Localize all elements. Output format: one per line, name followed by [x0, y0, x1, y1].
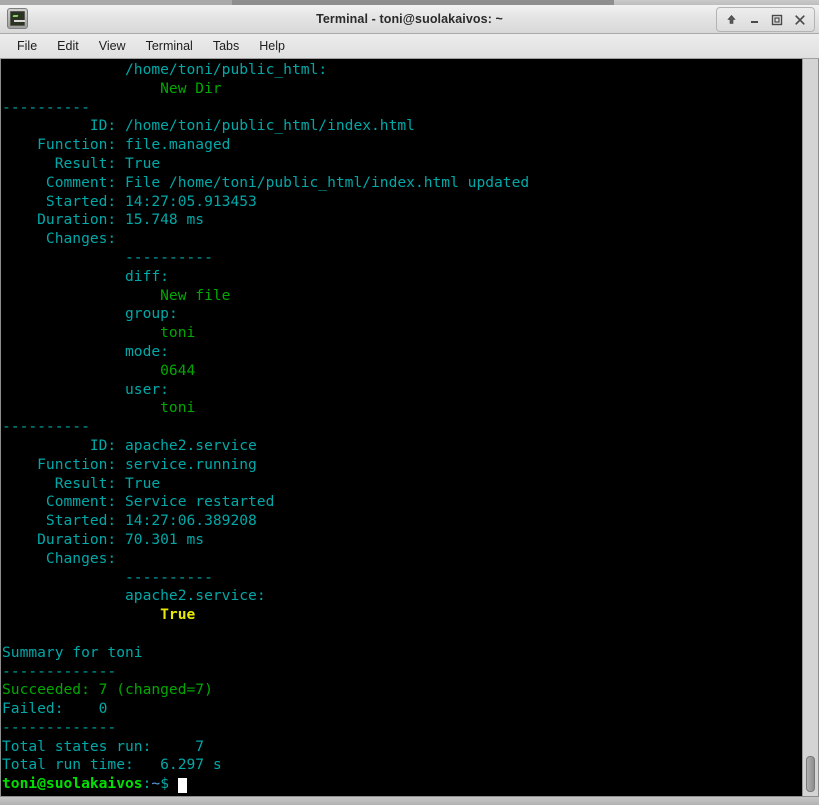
terminal-line: Started: 14:27:05.913453 [2, 192, 257, 210]
prompt-sigil: $ [160, 775, 169, 793]
title-bar[interactable]: Terminal - toni@suolakaivos: ~ [0, 5, 819, 34]
terminal-line: Function: service.running [2, 455, 257, 473]
terminal-scrollbar[interactable] [802, 59, 818, 796]
terminal-line: Function: file.managed [2, 136, 231, 154]
terminal-line: toni [2, 324, 196, 342]
terminal-line: ---------- [2, 418, 90, 436]
terminal-line: Started: 14:27:06.389208 [2, 512, 257, 530]
terminal-line: diff: [2, 267, 169, 285]
terminal-window: Terminal - toni@suolakaivos: ~ File Edit… [0, 0, 819, 805]
terminal-line: ------------- [2, 662, 117, 680]
terminal-line: toni [2, 399, 196, 417]
terminal-line: ---------- [2, 248, 213, 266]
window-buttons [716, 7, 815, 32]
terminal-line: ---------- [2, 568, 213, 586]
terminal-line: /home/toni/public_html: [2, 61, 328, 78]
shell-prompt[interactable]: toni@suolakaivos:~$ [2, 775, 529, 794]
close-button[interactable] [789, 10, 811, 29]
terminal-line: Summary for toni [2, 643, 143, 661]
terminal-line: Succeeded: 7 (changed=7) [2, 681, 213, 699]
prompt-path: ~ [151, 775, 161, 793]
terminal-line: Comment: Service restarted [2, 493, 275, 511]
terminal-icon [7, 8, 28, 29]
menu-item-view[interactable]: View [90, 36, 135, 56]
menu-item-terminal[interactable]: Terminal [137, 36, 202, 56]
terminal-line: ------------- [2, 718, 117, 736]
prompt-user-host: toni@suolakaivos [2, 775, 143, 793]
terminal-line: 0644 [2, 361, 196, 379]
terminal-line: group: [2, 305, 178, 323]
terminal-line: Comment: File /home/toni/public_html/ind… [2, 173, 530, 191]
maximize-button[interactable] [766, 10, 788, 29]
terminal-line: Duration: 70.301 ms [2, 530, 205, 548]
scrollbar-thumb[interactable] [806, 756, 815, 792]
terminal-line: Result: True [2, 474, 161, 492]
terminal-line: Changes: [2, 230, 117, 248]
terminal-line: ID: /home/toni/public_html/index.html [2, 117, 415, 135]
terminal-output: /home/toni/public_html: New Dir ---------… [2, 61, 529, 794]
menu-item-help[interactable]: Help [250, 36, 294, 56]
menu-item-edit[interactable]: Edit [48, 36, 88, 56]
terminal-line: Changes: [2, 549, 117, 567]
terminal-line: Total run time: 6.297 s [2, 756, 222, 774]
terminal-line: ID: apache2.service [2, 436, 257, 454]
menu-bar: File Edit View Terminal Tabs Help [0, 34, 819, 59]
terminal-body: /home/toni/public_html: New Dir ---------… [0, 59, 819, 797]
terminal-line: apache2.service: [2, 587, 266, 605]
terminal-line: True [2, 606, 196, 624]
terminal-line: Failed: 0 [2, 700, 108, 718]
terminal-line: Duration: 15.748 ms [2, 211, 205, 229]
terminal-screen[interactable]: /home/toni/public_html: New Dir ---------… [1, 59, 802, 796]
terminal-line: mode: [2, 342, 169, 360]
terminal-line: ---------- [2, 98, 90, 116]
terminal-line: Result: True [2, 154, 161, 172]
terminal-line: user: [2, 380, 169, 398]
menu-item-file[interactable]: File [8, 36, 46, 56]
terminal-line: New Dir [2, 79, 222, 97]
terminal-line: New file [2, 286, 231, 304]
minimize-button[interactable] [743, 10, 765, 29]
shade-button[interactable] [720, 10, 742, 29]
text-cursor [177, 778, 187, 794]
menu-item-tabs[interactable]: Tabs [204, 36, 248, 56]
terminal-line: Total states run: 7 [2, 737, 205, 755]
window-bottom-frame [0, 797, 819, 805]
window-title: Terminal - toni@suolakaivos: ~ [316, 12, 503, 26]
